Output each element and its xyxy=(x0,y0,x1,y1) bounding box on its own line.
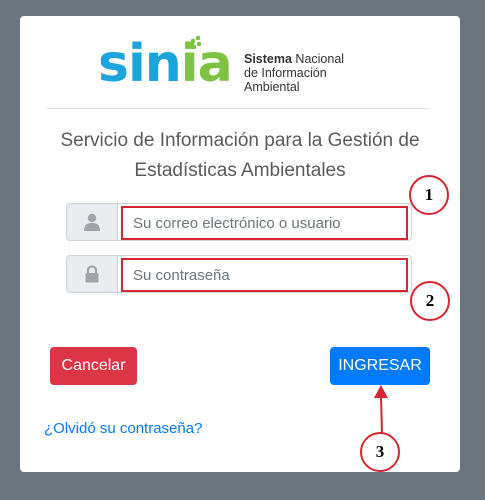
logo-wordmark: sinia xyxy=(98,34,233,94)
page-title: Servicio de Información para la Gestión … xyxy=(20,126,460,186)
title-line-2: Estadísticas Ambientales xyxy=(134,160,346,181)
logo-dots-icon xyxy=(186,36,202,52)
logo-line1-bold: Sistema xyxy=(244,52,292,66)
annotation-marker-3: 3 xyxy=(360,432,400,472)
password-input[interactable] xyxy=(121,258,408,292)
logo-line2: de Información xyxy=(244,66,327,80)
annotation-marker-2: 2 xyxy=(410,281,450,321)
username-addon xyxy=(66,203,118,241)
title-line-1: Servicio de Información para la Gestión … xyxy=(60,130,420,151)
logo-line3: Ambiental xyxy=(244,80,300,94)
annotation-marker-1: 1 xyxy=(409,175,449,215)
user-icon xyxy=(84,213,100,231)
username-input[interactable] xyxy=(121,206,408,240)
username-field xyxy=(117,203,412,241)
header-divider xyxy=(46,108,430,109)
lock-icon xyxy=(85,265,99,283)
password-addon xyxy=(66,255,118,293)
logo-line1-rest: Nacional xyxy=(291,52,345,66)
password-group xyxy=(66,255,412,293)
logo-caption: Sistema Nacional de Información Ambienta… xyxy=(244,52,344,94)
annotation-arrow-icon xyxy=(374,385,388,435)
cancel-button[interactable]: Cancelar xyxy=(50,347,137,385)
logo-word-part1: sin xyxy=(98,34,182,94)
forgot-password-link[interactable]: ¿Olvidó su contraseña? xyxy=(44,420,202,437)
password-field xyxy=(117,255,412,293)
sinia-logo: sinia Sistema Nacional de Información Am… xyxy=(98,32,358,102)
login-button[interactable]: INGRESAR xyxy=(330,347,430,385)
username-group xyxy=(66,203,412,241)
